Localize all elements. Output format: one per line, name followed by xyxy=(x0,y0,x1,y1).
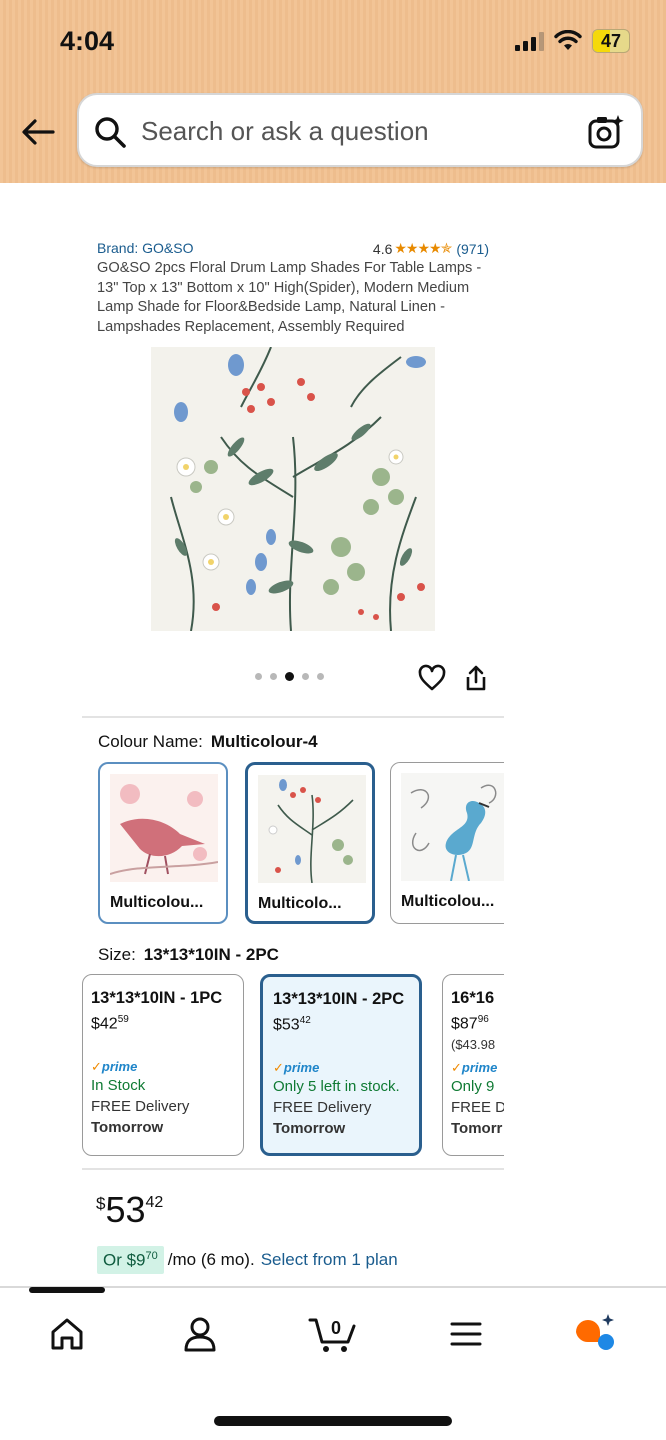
cellular-signal-icon xyxy=(515,31,544,51)
delivery-info: FREE Delivery xyxy=(91,1098,190,1116)
select-plan-link[interactable]: Select from 1 plan xyxy=(261,1250,398,1270)
delivery-info: FREE D xyxy=(451,1099,504,1117)
search-bar[interactable] xyxy=(77,93,643,167)
camera-search-icon[interactable] xyxy=(587,113,625,151)
delivery-info: FREE Delivery xyxy=(273,1099,372,1117)
divider xyxy=(82,716,504,718)
carousel-dot-active[interactable] xyxy=(285,672,294,681)
app-header: 4:04 47 xyxy=(0,0,666,183)
product-price: $ 53 42 xyxy=(96,1189,164,1230)
home-icon[interactable] xyxy=(45,1312,89,1356)
divider xyxy=(82,1168,504,1170)
floral-lampshade-image xyxy=(151,347,435,631)
rating-summary[interactable]: 4.6 ★★★★✯ (971) xyxy=(373,240,489,257)
cart-count: 0 xyxy=(331,1318,341,1338)
colour-swatch[interactable]: Multicolou... xyxy=(390,762,504,924)
colour-selected-value: Multicolour-4 xyxy=(210,732,318,751)
carousel-dot[interactable] xyxy=(317,673,324,680)
wifi-icon xyxy=(554,30,582,50)
size-selected-value: 13*13*10IN - 2PC xyxy=(143,945,279,964)
brand-rating-row: Brand: GO&SO 4.6 ★★★★✯ (971) xyxy=(97,240,489,257)
rating-value: 4.6 xyxy=(372,240,393,257)
heart-icon[interactable] xyxy=(418,664,446,692)
prime-badge-icon: ✓prime xyxy=(91,1059,138,1075)
menu-icon[interactable] xyxy=(444,1312,488,1356)
status-time: 4:04 xyxy=(60,26,115,56)
colour-swatch-label: Multicolou... xyxy=(401,893,495,910)
stock-status: Only 5 left in stock. xyxy=(273,1078,400,1096)
product-title: GO&SO 2pcs Floral Drum Lamp Shades For T… xyxy=(97,260,482,335)
search-icon xyxy=(95,117,126,148)
size-option-selected[interactable]: 13*13*10IN - 2PC $5342 ✓prime Only 5 lef… xyxy=(260,974,422,1156)
size-option-list[interactable]: 13*13*10IN - 1PC $4259 ✓prime In Stock F… xyxy=(82,974,504,1158)
status-icons: 47 xyxy=(515,29,630,53)
size-option[interactable]: 16*16 $8796 ($43.98 ✓prime Only 9 FREE D… xyxy=(442,974,504,1156)
star-rating-icon: ★★★★✯ xyxy=(394,240,452,256)
search-input[interactable] xyxy=(141,113,561,149)
size-label: Size: 13*13*10IN - 2PC xyxy=(98,945,279,964)
carousel-dot[interactable] xyxy=(270,673,277,680)
back-arrow-icon[interactable] xyxy=(20,114,56,150)
prime-badge-icon: ✓prime xyxy=(451,1060,498,1076)
pink-bird-floral-icon xyxy=(110,774,218,882)
size-option[interactable]: 13*13*10IN - 1PC $4259 ✓prime In Stock F… xyxy=(82,974,244,1156)
colour-swatch-selected[interactable]: Multicolo... xyxy=(245,762,375,924)
instalment-term: /mo (6 mo). xyxy=(167,1250,255,1269)
home-indicator xyxy=(214,1416,452,1426)
cart-icon[interactable]: 0 xyxy=(308,1312,360,1356)
unit-price: ($43.98 xyxy=(451,1037,496,1053)
colour-name-label: Colour Name: Multicolour-4 xyxy=(98,732,318,751)
product-image[interactable] xyxy=(151,347,435,631)
delivery-date: Tomorrow xyxy=(273,1120,346,1138)
colour-swatch-list[interactable]: Multicolou... Multicolo... Multicolou... xyxy=(98,762,504,926)
blue-flamingo-floral-icon xyxy=(401,773,504,881)
instalment-offer: Or $970 /mo (6 mo). Select from 1 plan xyxy=(97,1244,398,1276)
rufus-assistant-icon[interactable] xyxy=(572,1312,616,1356)
wildflower-floral-icon xyxy=(258,775,366,883)
colour-swatch[interactable]: Multicolou... xyxy=(98,762,228,924)
size-option-price: $5342 xyxy=(273,1015,311,1034)
size-option-price: $8796 xyxy=(451,1014,489,1033)
size-option-name: 13*13*10IN - 2PC xyxy=(273,990,405,1008)
instalment-badge: Or $970 xyxy=(97,1245,164,1275)
size-option-price: $4259 xyxy=(91,1014,129,1033)
review-count[interactable]: (971) xyxy=(456,241,489,257)
battery-indicator: 47 xyxy=(592,29,630,53)
carousel-dot[interactable] xyxy=(302,673,309,680)
carousel-dot[interactable] xyxy=(255,673,262,680)
account-icon[interactable] xyxy=(178,1312,222,1356)
size-option-name: 13*13*10IN - 1PC xyxy=(91,989,223,1007)
delivery-date: Tomorr xyxy=(451,1120,503,1138)
size-option-name: 16*16 xyxy=(451,989,495,1007)
prime-badge-icon: ✓prime xyxy=(273,1060,320,1076)
colour-swatch-label: Multicolou... xyxy=(110,894,204,911)
colour-swatch-label: Multicolo... xyxy=(258,895,342,912)
share-icon[interactable] xyxy=(462,664,490,692)
delivery-date: Tomorrow xyxy=(91,1119,164,1137)
brand-link[interactable]: Brand: GO&SO xyxy=(97,240,193,257)
nav-active-indicator xyxy=(29,1287,105,1293)
image-carousel-dots[interactable] xyxy=(255,672,324,681)
stock-status: In Stock xyxy=(91,1077,146,1095)
stock-status: Only 9 xyxy=(451,1078,495,1096)
